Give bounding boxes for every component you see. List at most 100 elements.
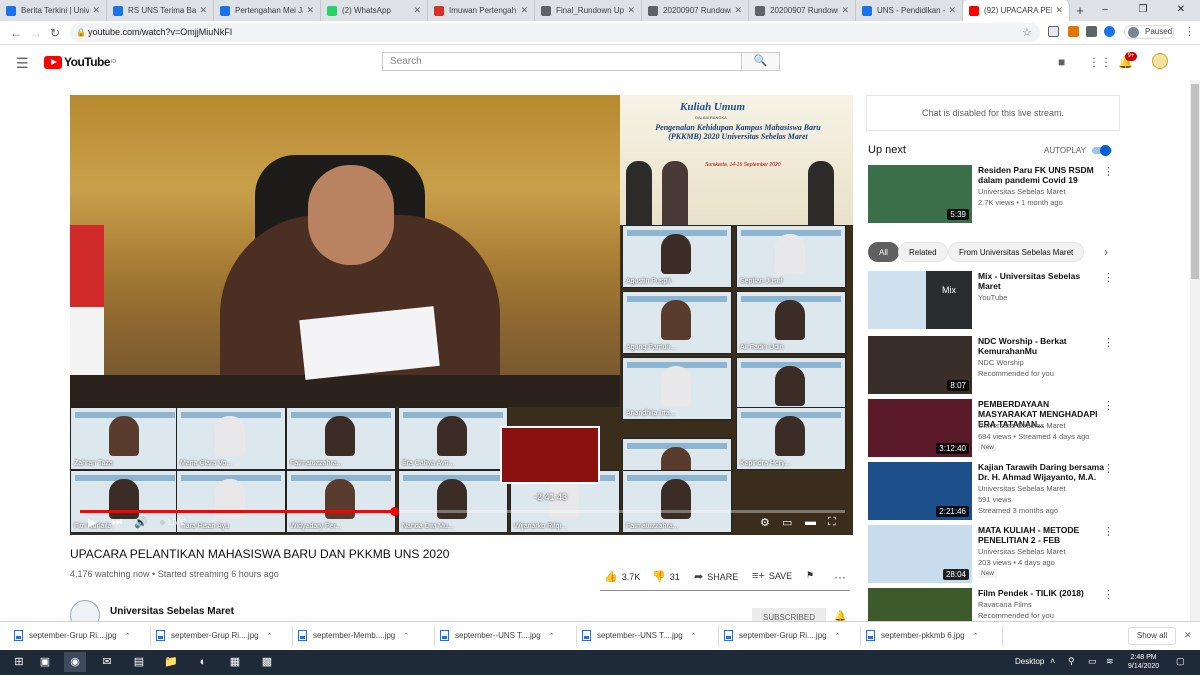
recommended-video[interactable]: 2:21:46 Kajian Tarawih Daring bersama Dr.… bbox=[868, 462, 1120, 522]
tab-close-icon[interactable]: ✕ bbox=[627, 5, 635, 16]
apps-grid-icon[interactable]: ⋮⋮ bbox=[1088, 55, 1112, 69]
browser-tab[interactable]: UNS - Pendidikan - ✕ bbox=[856, 0, 963, 21]
tab-close-icon[interactable]: ✕ bbox=[948, 5, 956, 16]
video-title[interactable]: NDC Worship - Berkat KemurahanMu bbox=[978, 336, 1104, 356]
chevron-up-icon[interactable]: ⌃ bbox=[691, 632, 697, 640]
channel-name[interactable]: Universitas Sebelas Maret bbox=[110, 606, 234, 617]
back-icon[interactable]: ← bbox=[10, 26, 22, 40]
volume-icon[interactable]: 🔊 bbox=[134, 516, 148, 529]
channel-name[interactable]: Universitas Sebelas Maret bbox=[978, 547, 1066, 556]
recommended-video[interactable]: 8:07 NDC Worship - Berkat KemurahanMu NDC … bbox=[868, 336, 1120, 396]
menu-kebab-icon[interactable]: ⋮ bbox=[1184, 25, 1195, 38]
show-all-downloads-button[interactable]: Show all bbox=[1128, 627, 1176, 645]
video-thumbnail[interactable]: 3:12:40 bbox=[868, 399, 972, 457]
chevron-up-icon[interactable]: ⌃ bbox=[549, 632, 555, 640]
flag-report-icon[interactable]: ⚑ bbox=[806, 570, 814, 581]
file-explorer-icon[interactable]: 📁 bbox=[160, 652, 182, 672]
download-item[interactable]: september-Grup Ri....jpg ⌃ bbox=[724, 630, 840, 641]
more-options-icon[interactable]: ⋮ bbox=[1103, 525, 1114, 538]
share-button[interactable]: ➦ SHARE bbox=[694, 570, 738, 583]
browser-tab[interactable]: 20200907 Rundown ✕ bbox=[642, 0, 749, 21]
chevron-right-icon[interactable]: › bbox=[1104, 245, 1108, 259]
tab-close-icon[interactable]: ✕ bbox=[841, 5, 849, 16]
channel-name[interactable]: Universitas Sebelas Maret bbox=[978, 187, 1066, 196]
search-button[interactable]: 🔍 bbox=[742, 52, 780, 71]
recommended-video[interactable]: 5:39 Residen Paru FK UNS RSDM dalam pande… bbox=[868, 165, 1120, 225]
tab-close-icon[interactable]: ✕ bbox=[413, 5, 421, 16]
more-options-icon[interactable]: ⋮ bbox=[1103, 165, 1114, 178]
channel-name[interactable]: Ravacana Films bbox=[978, 600, 1032, 609]
chevron-up-icon[interactable]: ⌃ bbox=[403, 632, 409, 640]
profile-button[interactable]: Paused bbox=[1124, 25, 1174, 39]
browser-tab[interactable]: (92) UPACARA PELA✕ bbox=[963, 0, 1070, 21]
browser-tab[interactable]: (2) WhatsApp ✕ bbox=[321, 0, 428, 21]
app-icon[interactable]: ▩ bbox=[256, 652, 278, 672]
miniplayer-icon[interactable]: ▭ bbox=[782, 516, 792, 529]
youtube-logo[interactable]: YouTube ID bbox=[44, 55, 116, 69]
tab-close-icon[interactable]: ✕ bbox=[520, 5, 528, 16]
download-item[interactable]: september-Grup Ri....jpg ⌃ bbox=[156, 630, 272, 641]
forward-icon[interactable]: → bbox=[30, 26, 42, 40]
more-options-icon[interactable]: ⋮ bbox=[1103, 336, 1114, 349]
video-player[interactable]: Kuliah Umum DALAM RANGKA Pengenalan Kehi… bbox=[70, 95, 853, 535]
channel-name[interactable]: Universitas Sebelas Maret bbox=[978, 421, 1066, 430]
puzzle-icon[interactable] bbox=[1086, 26, 1097, 37]
extension-icon[interactable] bbox=[1068, 26, 1079, 37]
scrollbar-thumb[interactable] bbox=[1191, 84, 1199, 279]
battery-icon[interactable]: ▭ bbox=[1088, 656, 1097, 667]
chevron-up-icon[interactable]: ⌃ bbox=[973, 632, 979, 640]
chevron-up-icon[interactable]: ⌃ bbox=[835, 632, 841, 640]
video-thumbnail[interactable]: 28:04 bbox=[868, 525, 972, 583]
browser-tab[interactable]: RS UNS Terima Ban ✕ bbox=[107, 0, 214, 21]
more-actions-icon[interactable]: ··· bbox=[834, 570, 846, 584]
task-view-icon[interactable]: ▣ bbox=[34, 652, 56, 672]
channel-name[interactable]: NDC Worship bbox=[978, 358, 1024, 367]
more-options-icon[interactable]: ⋮ bbox=[1103, 399, 1114, 412]
extension-icon[interactable] bbox=[1104, 26, 1115, 37]
windows-start-icon[interactable]: ⊞ bbox=[8, 652, 30, 672]
reload-icon[interactable]: ↻ bbox=[50, 26, 60, 40]
settings-gear-icon[interactable]: ⚙ bbox=[760, 516, 770, 529]
play-icon[interactable]: ▶ bbox=[88, 516, 96, 529]
chrome-app-icon[interactable]: ◉ bbox=[64, 652, 86, 672]
tab-close-icon[interactable]: ✕ bbox=[1055, 5, 1063, 16]
video-thumbnail[interactable]: 8:07 bbox=[868, 336, 972, 394]
browser-tab[interactable]: Pertengahan Mei Ja ✕ bbox=[214, 0, 321, 21]
video-title[interactable]: Mix - Universitas Sebelas Maret bbox=[978, 271, 1104, 291]
video-title[interactable]: MATA KULIAH - METODE PENELITIAN 2 - FEB bbox=[978, 525, 1104, 545]
channel-name[interactable]: Universitas Sebelas Maret bbox=[978, 484, 1066, 493]
create-video-icon[interactable]: ■ bbox=[1058, 55, 1065, 69]
recommended-video[interactable]: Mix Mix - Universitas Sebelas Maret YouTub… bbox=[868, 271, 1120, 331]
desktop-toolbar-label[interactable]: Desktop bbox=[1015, 657, 1044, 666]
progress-scrubber[interactable] bbox=[389, 507, 399, 516]
autoplay-toggle[interactable] bbox=[1092, 145, 1112, 156]
chevron-up-icon[interactable]: ⌃ bbox=[267, 632, 273, 640]
download-item[interactable]: september--UNS T....jpg ⌃ bbox=[440, 630, 555, 641]
download-item[interactable]: september-Grup Ri....jpg ⌃ bbox=[14, 630, 130, 641]
mail-app-icon[interactable]: ✉ bbox=[96, 652, 118, 672]
download-item[interactable]: september-Memb....jpg ⌃ bbox=[298, 630, 409, 641]
fullscreen-icon[interactable]: ⛶ bbox=[828, 516, 836, 529]
filter-chip[interactable]: Related bbox=[898, 242, 948, 262]
edge-app-icon[interactable]: ◐ bbox=[192, 652, 214, 672]
extension-icon[interactable] bbox=[1048, 26, 1059, 37]
browser-tab[interactable]: Final_Rundown Upa ✕ bbox=[535, 0, 642, 21]
video-thumbnail[interactable]: 2:21:46 bbox=[868, 462, 972, 520]
store-app-icon[interactable]: ▦ bbox=[224, 652, 246, 672]
download-item[interactable]: september-pkkmb 6.jpg ⌃ bbox=[866, 630, 978, 641]
video-thumbnail[interactable] bbox=[868, 588, 972, 621]
recommended-video[interactable]: 28:04 MATA KULIAH - METODE PENELITIAN 2 -… bbox=[868, 525, 1120, 585]
tab-close-icon[interactable]: ✕ bbox=[199, 5, 207, 16]
hamburger-menu-icon[interactable]: ☰ bbox=[16, 55, 29, 72]
next-icon[interactable]: ⏭ bbox=[112, 516, 122, 529]
tab-close-icon[interactable]: ✕ bbox=[306, 5, 314, 16]
browser-tab[interactable]: Imuwan Pertengah ✕ bbox=[428, 0, 535, 21]
minimize-icon[interactable]: – bbox=[1086, 0, 1124, 21]
url-bar[interactable]: 🔒 youtube.com/watch?v=OmjjMiuNkFI bbox=[70, 23, 1040, 42]
filter-chip[interactable]: From Universitas Sebelas Maret bbox=[948, 242, 1085, 262]
channel-name[interactable]: YouTube bbox=[978, 293, 1007, 302]
more-options-icon[interactable]: ⋮ bbox=[1103, 588, 1114, 601]
account-avatar[interactable] bbox=[1152, 53, 1168, 69]
bookmark-star-icon[interactable]: ☆ bbox=[1022, 26, 1032, 39]
video-title[interactable]: Kajian Tarawih Daring bersama Dr. H. Ahm… bbox=[978, 462, 1104, 482]
